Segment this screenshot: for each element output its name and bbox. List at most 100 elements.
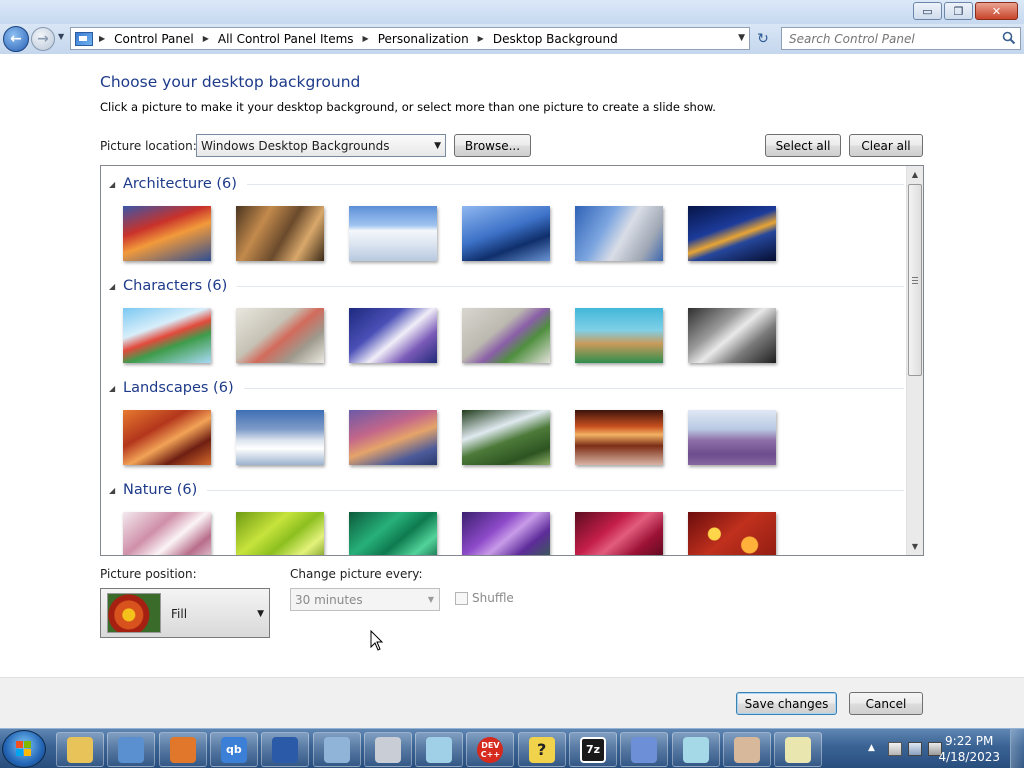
help-icon: ? <box>528 736 555 763</box>
wallpaper-thumbnail[interactable] <box>123 308 211 363</box>
taskbar-button[interactable]: ? <box>517 732 566 767</box>
wallpaper-thumbnail[interactable] <box>575 410 663 465</box>
back-button[interactable]: ← <box>3 26 29 52</box>
search-icon[interactable] <box>1002 31 1016 45</box>
wallpaper-thumbnail[interactable] <box>236 512 324 555</box>
wallpaper-thumbnail[interactable] <box>575 308 663 363</box>
wallpaper-thumbnail[interactable] <box>688 308 776 363</box>
wallpaper-thumbnail[interactable] <box>462 206 550 261</box>
chevron-down-icon: ▼ <box>257 609 264 619</box>
picture-location-select[interactable]: Windows Desktop Backgrounds ▼ <box>196 134 446 157</box>
breadcrumb-control-panel[interactable]: Control Panel <box>114 32 194 46</box>
breadcrumb-personalization[interactable]: Personalization <box>378 32 469 46</box>
wallpaper-thumbnail[interactable] <box>236 410 324 465</box>
7zip-icon: 7z <box>580 736 606 763</box>
cancel-button[interactable]: Cancel <box>849 692 923 715</box>
collapse-triangle-icon[interactable]: ◢ <box>109 282 123 291</box>
chevron-down-icon[interactable]: ▼ <box>738 33 745 43</box>
wallpaper-thumbnail[interactable] <box>349 308 437 363</box>
taskbar-button[interactable] <box>158 732 207 767</box>
wallpaper-thumbnail[interactable] <box>462 410 550 465</box>
picture-gallery[interactable]: ◢ Nature (6) ◢ Landscapes (6) ◢ Characters (6… <box>100 165 924 556</box>
taskbar-button[interactable] <box>363 732 412 767</box>
wallpaper-thumbnail[interactable] <box>236 308 324 363</box>
scroll-up-icon[interactable]: ▲ <box>907 166 923 183</box>
close-button[interactable]: ✕ <box>975 2 1018 20</box>
restore-button[interactable]: ❐ <box>944 2 973 20</box>
show-hidden-icons-icon[interactable]: ▲ <box>868 743 882 757</box>
wallpaper-thumbnail[interactable] <box>349 410 437 465</box>
taskbar-button[interactable]: DEV C++ <box>466 732 515 767</box>
network-icon[interactable] <box>908 742 922 756</box>
picture-position-value: Fill <box>171 607 188 621</box>
taskbar-button[interactable]: 7z <box>569 732 617 767</box>
title-bar: ▭ ❐ ✕ <box>0 0 1024 24</box>
chevron-down-icon: ▼ <box>434 141 441 151</box>
breadcrumb-all-items[interactable]: All Control Panel Items <box>218 32 354 46</box>
collapse-triangle-icon[interactable]: ◢ <box>109 486 123 495</box>
group-header[interactable]: ◢ Architecture (6) <box>109 176 904 192</box>
chevron-right-icon[interactable]: ▶ <box>363 34 369 43</box>
wallpaper-thumbnail[interactable] <box>688 512 776 555</box>
search-box[interactable] <box>781 27 1021 50</box>
chevron-right-icon[interactable]: ▶ <box>203 34 209 43</box>
wallpaper-thumbnail[interactable] <box>688 206 776 261</box>
group-header[interactable]: ◢ Nature (6) <box>109 482 904 498</box>
wallpaper-thumbnail[interactable] <box>575 206 663 261</box>
group-header[interactable]: ◢ Landscapes (6) <box>109 380 904 396</box>
collapse-triangle-icon[interactable]: ◢ <box>109 180 123 189</box>
wallpaper-thumbnail[interactable] <box>349 512 437 555</box>
clock-date: 4/18/2023 <box>938 750 1000 764</box>
taskbar-button[interactable]: qb <box>209 732 258 767</box>
taskbar-button[interactable] <box>56 732 104 767</box>
wallpaper-thumbnail[interactable] <box>688 410 776 465</box>
taskbar-button[interactable] <box>261 732 310 767</box>
forward-button[interactable]: → <box>31 27 55 51</box>
checkbox-box[interactable] <box>455 591 468 605</box>
picture-position-select[interactable]: Fill ▼ <box>100 588 270 638</box>
chevron-right-icon[interactable]: ▶ <box>478 34 484 43</box>
taskbar-button[interactable] <box>620 732 669 767</box>
taskbar-button[interactable] <box>671 732 720 767</box>
wallpaper-thumbnail[interactable] <box>349 206 437 261</box>
refresh-button[interactable]: ↻ <box>752 29 774 49</box>
shuffle-checkbox[interactable]: Shuffle <box>455 591 514 605</box>
scroll-down-icon[interactable]: ▼ <box>907 538 923 555</box>
vertical-scrollbar[interactable]: ▲ ▼ <box>906 166 923 555</box>
address-bar[interactable]: ▶ Control Panel ▶ All Control Panel Item… <box>70 27 750 50</box>
taskbar-button[interactable] <box>415 732 464 767</box>
search-input[interactable] <box>789 31 989 46</box>
wallpaper-thumbnail[interactable] <box>462 308 550 363</box>
chevron-right-icon[interactable]: ▶ <box>99 34 105 43</box>
show-desktop-button[interactable] <box>1010 729 1024 768</box>
taskbar-button[interactable] <box>107 732 156 767</box>
change-picture-select[interactable]: 30 minutes ▼ <box>290 588 440 611</box>
collapse-triangle-icon[interactable]: ◢ <box>109 384 123 393</box>
breadcrumb-desktop-background[interactable]: Desktop Background <box>493 32 618 46</box>
qbittorrent-icon: qb <box>220 736 247 763</box>
wallpaper-thumbnail[interactable] <box>236 206 324 261</box>
taskbar-button[interactable] <box>774 732 823 767</box>
recent-pages-dropdown[interactable]: ▼ <box>58 32 64 41</box>
save-changes-button[interactable]: Save changes <box>736 692 837 715</box>
browse-button[interactable]: Browse... <box>454 134 531 157</box>
wallpaper-thumbnail[interactable] <box>123 410 211 465</box>
scrollbar-thumb[interactable] <box>908 184 922 376</box>
taskbar-button[interactable] <box>312 732 361 767</box>
printer-icon <box>374 736 401 763</box>
clock[interactable]: 9:22 PM 4/18/2023 <box>938 733 1000 765</box>
page-description: Click a picture to make it your desktop … <box>100 100 716 114</box>
picture-position-label: Picture position: <box>100 567 197 581</box>
start-button[interactable] <box>2 730 46 768</box>
taskbar-button[interactable] <box>722 732 771 767</box>
wallpaper-thumbnail[interactable] <box>123 206 211 261</box>
clear-all-button[interactable]: Clear all <box>849 134 923 157</box>
select-all-button[interactable]: Select all <box>765 134 841 157</box>
wallpaper-thumbnail[interactable] <box>462 512 550 555</box>
wallpaper-thumbnail[interactable] <box>123 512 211 555</box>
minimize-button[interactable]: ▭ <box>913 2 942 20</box>
remote-desktop-icon <box>272 736 299 763</box>
group-header[interactable]: ◢ Characters (6) <box>109 278 904 294</box>
wallpaper-thumbnail[interactable] <box>575 512 663 555</box>
action-center-icon[interactable] <box>888 742 902 756</box>
